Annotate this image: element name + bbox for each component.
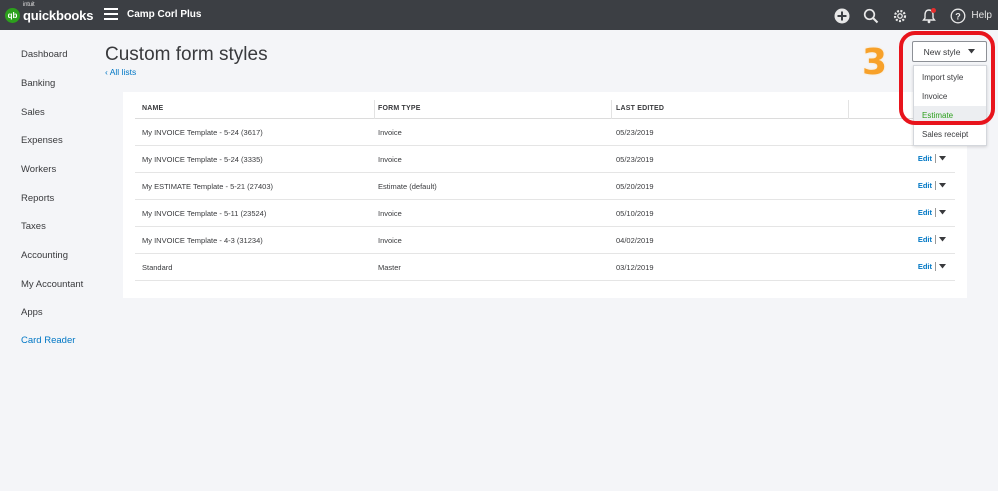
svg-text:?: ? <box>956 11 962 21</box>
table-row: My INVOICE Template - 5-11 (23524) Invoi… <box>135 200 955 227</box>
all-lists-label: All lists <box>109 67 137 77</box>
sidebar-item-my-accountant[interactable]: My Accountant <box>21 279 83 290</box>
edit-link[interactable]: Edit <box>918 208 932 217</box>
edit-link[interactable]: Edit <box>918 262 932 271</box>
sidebar-item-reports[interactable]: Reports <box>21 193 54 204</box>
row-name: My ESTIMATE Template - 5-21 (27403) <box>142 182 274 191</box>
menu-item-invoice[interactable]: Invoice <box>914 87 986 106</box>
row-last-edited: 04/02/2019 <box>616 236 654 245</box>
row-last-edited: 05/23/2019 <box>616 155 654 164</box>
sidebar: Dashboard Banking Sales Expenses Workers… <box>0 30 100 491</box>
caret-down-icon[interactable] <box>939 210 946 215</box>
table-header: NAME FORM TYPE LAST EDITED <box>135 100 955 119</box>
row-name: My INVOICE Template - 5-11 (23524) <box>142 209 267 218</box>
column-divider <box>848 100 849 119</box>
edit-link[interactable]: Edit <box>918 235 932 244</box>
new-style-button[interactable]: New style <box>912 41 987 62</box>
action-divider <box>935 181 936 190</box>
column-header-last-edited[interactable]: LAST EDITED <box>616 105 664 112</box>
logo-intuit-text: intuit <box>23 1 35 8</box>
chevron-left-icon: ‹ <box>105 67 108 77</box>
quickbooks-logo-icon: qb <box>5 7 20 23</box>
row-form-type: Estimate (default) <box>378 182 437 191</box>
row-actions: Edit <box>918 154 946 163</box>
row-last-edited: 05/20/2019 <box>616 182 654 191</box>
logo-text: intuit quickbooks <box>23 2 94 23</box>
help-label[interactable]: Help <box>971 10 992 21</box>
form-styles-table: NAME FORM TYPE LAST EDITED My INVOICE Te… <box>123 92 967 298</box>
company-name: Camp Corl Plus <box>127 9 202 20</box>
row-actions: Edit <box>918 208 946 217</box>
new-style-menu: Import style Invoice Estimate Sales rece… <box>913 65 987 146</box>
row-name: My INVOICE Template - 4-3 (31234) <box>142 236 263 245</box>
all-lists-link[interactable]: ‹ All lists <box>105 67 136 77</box>
hamburger-menu-icon[interactable] <box>104 8 118 20</box>
page-title: Custom form styles <box>105 44 268 65</box>
edit-link[interactable]: Edit <box>918 181 932 190</box>
row-name: Standard <box>142 263 173 272</box>
plus-circle-icon[interactable] <box>833 7 851 25</box>
column-divider <box>374 100 375 119</box>
row-form-type: Invoice <box>378 155 402 164</box>
sidebar-item-sales[interactable]: Sales <box>21 107 45 118</box>
new-style-label: New style <box>923 46 961 57</box>
gear-icon[interactable] <box>891 7 909 25</box>
table-row: My INVOICE Template - 4-3 (31234) Invoic… <box>135 227 955 254</box>
column-header-name[interactable]: NAME <box>142 105 163 112</box>
sidebar-item-taxes[interactable]: Taxes <box>21 221 46 232</box>
table-row: My INVOICE Template - 5-24 (3617) Invoic… <box>135 119 955 146</box>
bell-icon[interactable] <box>920 7 938 25</box>
table-row: My INVOICE Template - 5-24 (3335) Invoic… <box>135 146 955 173</box>
row-form-type: Invoice <box>378 209 402 218</box>
row-actions: Edit <box>918 235 946 244</box>
menu-item-sales-receipt[interactable]: Sales receipt <box>914 125 986 144</box>
action-divider <box>935 208 936 217</box>
row-form-type: Invoice <box>378 128 402 137</box>
action-divider <box>935 262 936 271</box>
row-name: My INVOICE Template - 5-24 (3617) <box>142 128 263 137</box>
row-actions: Edit <box>918 262 946 271</box>
caret-down-icon[interactable] <box>939 264 946 269</box>
column-divider <box>611 100 612 119</box>
logo-wordmark: quickbooks <box>23 7 94 23</box>
action-divider <box>935 154 936 163</box>
caret-down-icon[interactable] <box>939 237 946 242</box>
top-icons: ? Help <box>822 6 992 25</box>
caret-down-icon <box>968 49 976 54</box>
row-last-edited: 05/23/2019 <box>616 128 654 137</box>
column-header-form-type[interactable]: FORM TYPE <box>378 105 421 112</box>
sidebar-item-expenses[interactable]: Expenses <box>21 135 63 146</box>
quickbooks-logo[interactable]: qb intuit quickbooks <box>5 2 94 25</box>
row-form-type: Master <box>378 263 401 272</box>
sidebar-item-card-reader[interactable]: Card Reader <box>21 335 75 346</box>
table-row: My ESTIMATE Template - 5-21 (27403) Esti… <box>135 173 955 200</box>
sidebar-item-accounting[interactable]: Accounting <box>21 250 68 261</box>
search-icon[interactable] <box>862 7 880 25</box>
help-icon[interactable]: ? <box>949 7 967 25</box>
row-name: My INVOICE Template - 5-24 (3335) <box>142 155 263 164</box>
action-divider <box>935 235 936 244</box>
sidebar-item-dashboard[interactable]: Dashboard <box>21 49 67 60</box>
sidebar-item-workers[interactable]: Workers <box>21 164 56 175</box>
step-number-annotation: 3 <box>862 42 888 83</box>
row-last-edited: 05/10/2019 <box>616 209 654 218</box>
caret-down-icon[interactable] <box>939 183 946 188</box>
menu-item-import-style[interactable]: Import style <box>914 68 986 87</box>
top-bar: qb intuit quickbooks Camp Corl Plus ? He… <box>0 0 998 30</box>
caret-down-icon[interactable] <box>939 156 946 161</box>
menu-item-estimate[interactable]: Estimate <box>914 106 986 125</box>
sidebar-item-banking[interactable]: Banking <box>21 78 55 89</box>
sidebar-item-apps[interactable]: Apps <box>21 307 43 318</box>
edit-link[interactable]: Edit <box>918 154 932 163</box>
row-form-type: Invoice <box>378 236 402 245</box>
row-actions: Edit <box>918 181 946 190</box>
row-last-edited: 03/12/2019 <box>616 263 654 272</box>
table-row: Standard Master 03/12/2019 Edit <box>135 254 955 281</box>
